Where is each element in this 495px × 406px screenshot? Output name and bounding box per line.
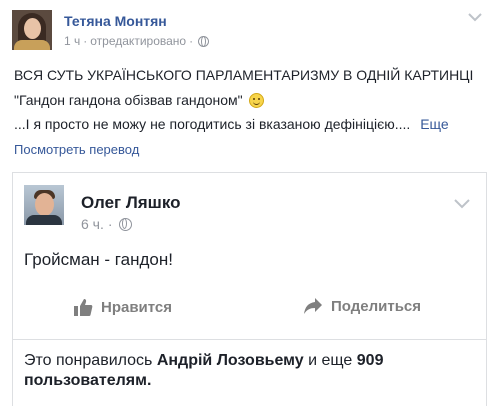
share-arrow-icon — [304, 298, 322, 314]
shared-post-text: Гройсман - гандон! — [24, 250, 173, 269]
post-text-line-2: "Гандон гандона обізвав гандоном" — [14, 91, 264, 109]
globe-icon[interactable] — [198, 35, 210, 47]
shared-post-card: Олег Ляшко 6 ч. · Гройсман - гандон! Нра… — [12, 172, 487, 406]
post-time[interactable]: 1 ч — [64, 34, 80, 48]
likes-prefix: Это понравилось — [24, 352, 157, 369]
edited-label[interactable]: отредактировано — [90, 34, 186, 48]
chevron-down-icon[interactable] — [468, 12, 482, 22]
see-translation-link[interactable]: Посмотреть перевод — [14, 142, 139, 157]
share-button[interactable]: Поделиться — [303, 297, 421, 315]
post-text-line-3: ...І я просто не можу не погодитись зі в… — [14, 115, 449, 133]
action-bar: Нравится Поделиться — [13, 289, 486, 329]
meta-separator-2: · — [189, 34, 194, 48]
likes-summary[interactable]: Это понравилось Андрій Лозовьему и еще 9… — [24, 351, 474, 391]
post-text-line-1: ВСЯ СУТЬ УКРАЇНСЬКОГО ПАРЛАМЕНТАРИЗМУ В … — [14, 67, 474, 83]
author-name[interactable]: Тетяна Монтян — [64, 13, 167, 29]
like-label: Нравится — [101, 298, 173, 316]
post-text-continued: ...І я просто не можу не погодитись зі в… — [14, 116, 411, 132]
likes-name[interactable]: Андрій Лозовьему — [157, 352, 304, 369]
shared-post-meta: 6 ч. · — [81, 216, 132, 232]
smile-icon — [248, 93, 264, 108]
shared-author-avatar[interactable] — [24, 185, 64, 225]
post-header: Тетяна Монтян 1 ч · отредактировано · — [12, 10, 482, 54]
thumbs-up-icon — [74, 299, 93, 316]
author-avatar[interactable] — [12, 10, 52, 50]
like-button[interactable]: Нравится — [73, 297, 172, 317]
post-quote: "Гандон гандона обізвав гандоном" — [14, 92, 243, 108]
shared-meta-separator: · — [107, 216, 113, 232]
globe-icon[interactable] — [118, 217, 132, 231]
post-meta: 1 ч · отредактировано · — [64, 34, 210, 48]
likes-middle: и еще — [303, 352, 357, 369]
card-divider — [13, 339, 486, 340]
see-more-link[interactable]: Еще — [420, 116, 449, 132]
shared-post-time[interactable]: 6 ч. — [81, 216, 104, 232]
shared-author-name[interactable]: Олег Ляшко — [81, 193, 181, 213]
meta-separator: · — [83, 34, 88, 48]
chevron-down-icon[interactable] — [454, 199, 470, 209]
share-label: Поделиться — [331, 297, 422, 315]
